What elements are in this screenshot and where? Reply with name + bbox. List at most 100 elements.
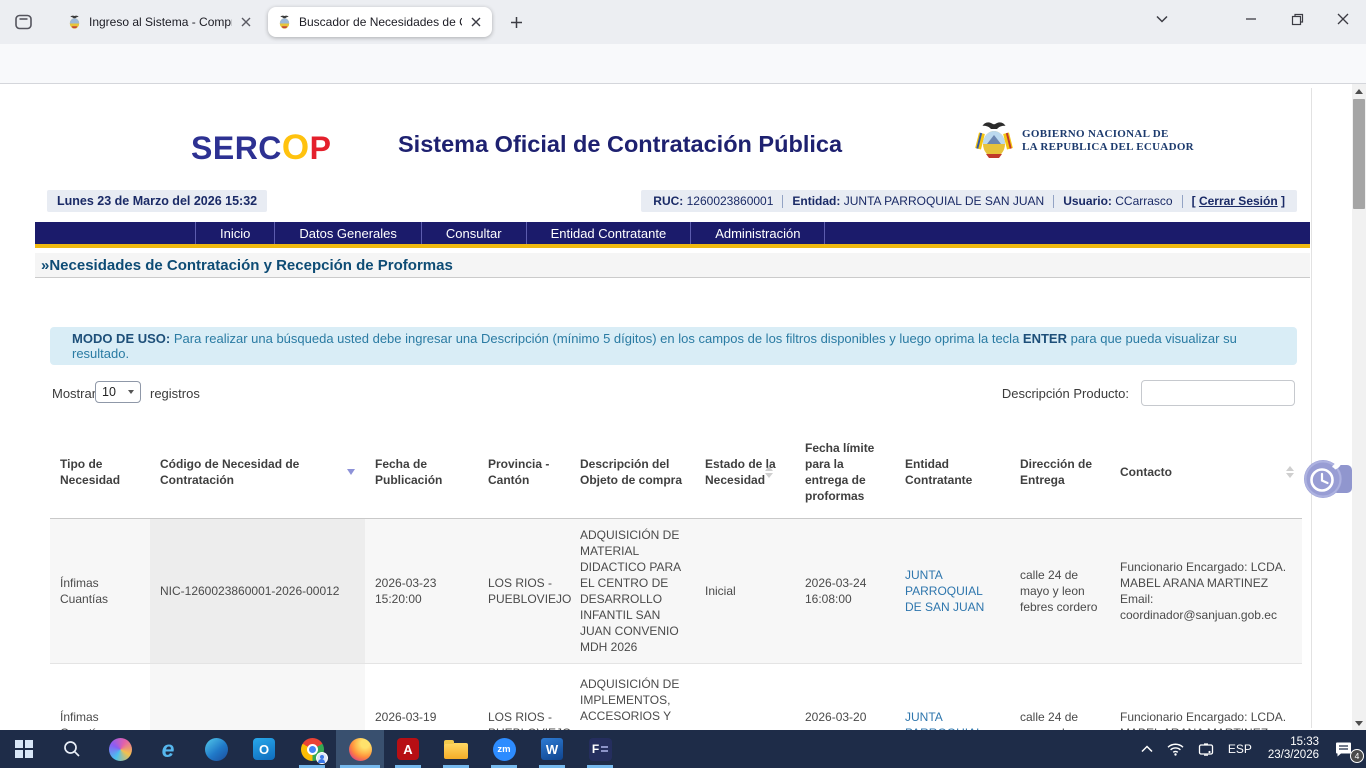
close-tab-icon[interactable] [469, 17, 483, 27]
chevron-down-icon [1156, 15, 1168, 23]
ecuador-favicon [67, 15, 82, 30]
show-entries-suffix: registros [150, 386, 200, 401]
taskbar-internet-explorer[interactable]: e [144, 730, 192, 768]
col-provincia-canton[interactable]: Provincia - Cantón [478, 425, 570, 518]
gold-divider [35, 244, 1310, 248]
current-datetime: Lunes 23 de Marzo del 2026 15:32 [47, 190, 267, 212]
government-logo: GOBIERNO NACIONAL DE LA REPUBLICA DEL EC… [974, 117, 1194, 165]
table-row: Ínfimas Cuantías 2026-03-19 LOS RIOS - P… [50, 664, 1302, 730]
firefox-view-button[interactable] [10, 11, 36, 33]
notification-badge: 4 [1350, 749, 1364, 763]
zoom-icon: zm [493, 738, 516, 761]
nav-item-administracion[interactable]: Administración [690, 222, 825, 244]
ruc-value: 1260023860001 [687, 194, 774, 208]
taskbar-word[interactable]: W [528, 730, 576, 768]
timer-extension-widget[interactable] [1302, 456, 1354, 502]
taskbar-copilot[interactable] [96, 730, 144, 768]
restore-button[interactable] [1280, 6, 1314, 32]
nav-item-datos-generales[interactable]: Datos Generales [274, 222, 421, 244]
ecuador-coat-of-arms-icon [974, 117, 1014, 165]
tab-title: Ingreso al Sistema - Compras P [89, 15, 232, 29]
entity-link[interactable]: JUNTA PARROQUIAL DE SAN JUAN [905, 709, 1000, 730]
close-icon [1337, 13, 1349, 25]
close-window-button[interactable] [1326, 6, 1360, 32]
tab-ingreso-al-sistema[interactable]: Ingreso al Sistema - Compras P [58, 7, 262, 37]
entity-value: JUNTA PARROQUIAL DE SAN JUAN [844, 194, 1044, 208]
col-entidad-contratante[interactable]: Entidad Contratante [895, 425, 1010, 518]
show-entries-select[interactable]: 10 [95, 381, 141, 403]
chevron-down-icon [128, 390, 134, 394]
taskbar-chrome[interactable] [288, 730, 336, 768]
ecuador-favicon [277, 15, 292, 30]
windows-taskbar: e O A zm W F ESP 15:33 23/3/2026 4 [0, 730, 1366, 768]
col-descripcion-objeto[interactable]: Descripción del Objeto de compra [570, 425, 695, 518]
firefox-view-icon [15, 14, 32, 30]
taskbar-zoom[interactable]: zm [480, 730, 528, 768]
internet-explorer-icon: e [162, 738, 175, 761]
tab-title: Buscador de Necesidades de Co [299, 15, 462, 29]
main-navigation: Inicio Datos Generales Consultar Entidad… [35, 222, 1310, 244]
content-right-rule [1311, 88, 1312, 728]
page-main-title: Sistema Oficial de Contratación Pública [398, 131, 842, 158]
screen: { "browser": { "tabs": [ { "title": "Ing… [0, 0, 1366, 768]
logout-link[interactable]: [ Cerrar Sesión ] [1192, 194, 1285, 208]
entity-label: Entidad: [792, 194, 840, 208]
usage-text: MODO DE USO: Para realizar una búsqueda … [72, 331, 1297, 361]
scroll-down-button[interactable] [1352, 716, 1366, 730]
folder-icon [444, 743, 468, 759]
necesidades-table: Tipo de Necesidad Código de Necesidad de… [50, 425, 1302, 730]
show-entries-prefix: Mostrar [52, 386, 96, 401]
copilot-icon [109, 738, 132, 761]
col-tipo-necesidad[interactable]: Tipo de Necesidad [50, 425, 150, 518]
taskbar-outlook[interactable]: O [240, 730, 288, 768]
tray-time: 15:33 [1268, 736, 1319, 749]
wifi-icon [1167, 743, 1184, 756]
plus-icon [510, 16, 523, 29]
tray-cast[interactable] [1191, 730, 1221, 768]
col-fecha-publicacion[interactable]: Fecha de Publicación [365, 425, 478, 518]
tray-overflow-chevron[interactable] [1134, 730, 1160, 768]
triangle-up-icon [1355, 89, 1363, 94]
filter-label: Descripción Producto: [1002, 386, 1129, 401]
tab-buscador-necesidades[interactable]: Buscador de Necesidades de Co [268, 7, 492, 37]
taskbar-firefox[interactable] [336, 730, 384, 768]
col-contacto[interactable]: Contacto [1110, 425, 1302, 518]
nav-item-inicio[interactable]: Inicio [195, 222, 274, 244]
taskbar-acrobat[interactable]: A [384, 730, 432, 768]
entity-link[interactable]: JUNTA PARROQUIAL DE SAN JUAN [905, 567, 1000, 615]
tray-clock[interactable]: 15:33 23/3/2026 [1259, 736, 1328, 762]
tray-wifi[interactable] [1160, 730, 1191, 768]
col-codigo-necesidad[interactable]: Código de Necesidad de Contratación [150, 425, 365, 518]
chrome-profile-badge [316, 752, 328, 764]
close-tab-icon[interactable] [239, 17, 253, 27]
notification-center-button[interactable]: 4 [1328, 730, 1366, 768]
product-description-input[interactable] [1141, 380, 1295, 406]
windows-logo-icon [15, 740, 33, 758]
page-viewport: SERCOP Sistema Oficial de Contratación P… [0, 84, 1366, 730]
taskbar-edge[interactable] [192, 730, 240, 768]
government-text: GOBIERNO NACIONAL DE LA REPUBLICA DEL EC… [1022, 128, 1194, 154]
chevron-up-icon [1141, 745, 1153, 753]
session-info: RUC: 1260023860001 Entidad: JUNTA PARROQ… [641, 190, 1297, 212]
col-direccion-entrega[interactable]: Dirección de Entrega [1010, 425, 1110, 518]
nav-item-entidad-contratante[interactable]: Entidad Contratante [526, 222, 691, 244]
minimize-button[interactable] [1234, 6, 1268, 32]
taskbar-file-explorer[interactable] [432, 730, 480, 768]
page-scrollbar[interactable] [1352, 84, 1366, 730]
edge-icon [205, 738, 228, 761]
taskbar-f-app[interactable]: F [576, 730, 624, 768]
scrollbar-thumb[interactable] [1353, 99, 1365, 209]
taskbar-search-button[interactable] [48, 730, 96, 768]
nav-item-consultar[interactable]: Consultar [421, 222, 526, 244]
col-fecha-limite[interactable]: Fecha límite para la entrega de proforma… [795, 425, 895, 518]
list-all-tabs-button[interactable] [1145, 6, 1179, 32]
taskbar-start-button[interactable] [0, 730, 48, 768]
scroll-up-button[interactable] [1352, 84, 1366, 98]
new-tab-button[interactable] [503, 10, 529, 34]
col-estado-necesidad[interactable]: Estado de la Necesidad [695, 425, 795, 518]
page-title: »Necesidades de Contratación y Recepción… [35, 253, 1310, 278]
f-app-icon: F [589, 738, 612, 761]
table-header-row: Tipo de Necesidad Código de Necesidad de… [50, 425, 1302, 519]
system-tray: ESP 15:33 23/3/2026 4 [1134, 730, 1366, 768]
tray-language[interactable]: ESP [1221, 730, 1259, 768]
